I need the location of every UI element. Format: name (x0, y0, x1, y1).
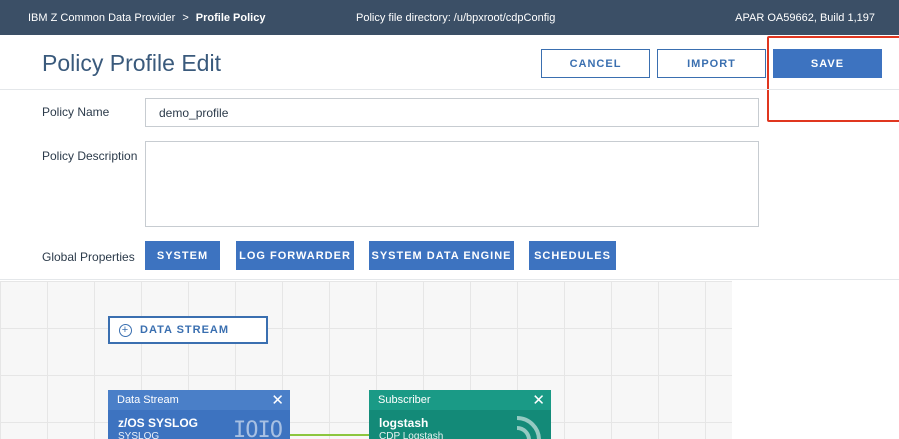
close-icon[interactable]: ✕ (532, 391, 545, 409)
close-icon[interactable]: ✕ (271, 391, 284, 409)
subscriber-node[interactable]: Subscriber ✕ logstash CDP Logstash (369, 390, 551, 439)
add-data-stream-button[interactable]: + DATA STREAM (108, 316, 268, 344)
global-properties-label: Global Properties (42, 250, 135, 264)
subscriber-node-header-label: Subscriber (378, 394, 431, 406)
feed-icon (516, 416, 541, 439)
breadcrumb: IBM Z Common Data Provider > Profile Polic… (28, 12, 265, 24)
page-title: Policy Profile Edit (42, 50, 221, 76)
header-divider (0, 89, 899, 90)
breadcrumb-separator: > (182, 12, 189, 24)
log-forwarder-button[interactable]: LOG FORWARDER (236, 241, 354, 270)
form-divider (0, 279, 899, 280)
data-stream-node[interactable]: Data Stream ✕ z/OS SYSLOG SYSLOG IOIO (108, 390, 290, 439)
policy-name-label: Policy Name (42, 105, 110, 119)
top-bar: IBM Z Common Data Provider > Profile Polic… (0, 0, 899, 35)
breadcrumb-product[interactable]: IBM Z Common Data Provider (28, 12, 175, 24)
data-stream-node-header-label: Data Stream (117, 394, 179, 406)
stream-subscriber-connector (290, 434, 369, 436)
import-button[interactable]: IMPORT (657, 49, 766, 78)
subscriber-node-header: Subscriber ✕ (369, 390, 551, 410)
build-info: APAR OA59662, Build 1,197 (735, 12, 875, 24)
policy-description-textarea[interactable] (145, 141, 759, 227)
schedules-button[interactable]: SCHEDULES (529, 241, 616, 270)
data-stream-node-header: Data Stream ✕ (108, 390, 290, 410)
policy-description-label: Policy Description (42, 149, 138, 163)
policy-directory: Policy file directory: /u/bpxroot/cdpCon… (356, 12, 556, 24)
breadcrumb-current: Profile Policy (195, 12, 266, 24)
system-data-engine-button[interactable]: SYSTEM DATA ENGINE (369, 241, 514, 270)
binary-icon: IOIO (233, 418, 283, 439)
system-button[interactable]: SYSTEM (145, 241, 220, 270)
add-data-stream-label: DATA STREAM (140, 324, 230, 336)
policy-name-input[interactable]: demo_profile (145, 98, 759, 127)
save-highlight-box (767, 36, 899, 122)
plus-circle-icon: + (119, 323, 132, 337)
cancel-button[interactable]: CANCEL (541, 49, 650, 78)
